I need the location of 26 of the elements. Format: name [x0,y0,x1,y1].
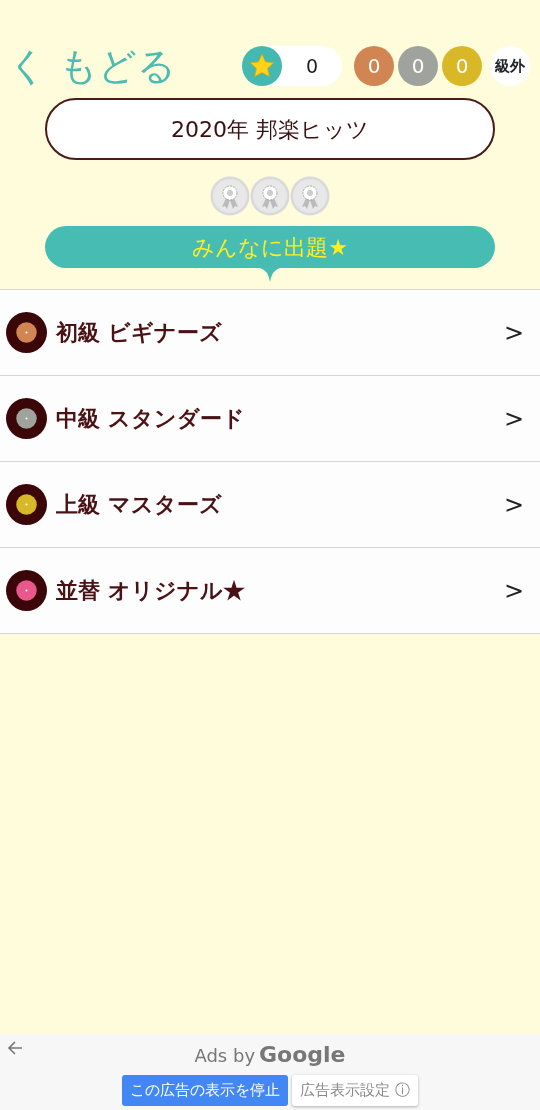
rosette-icon [210,176,250,216]
level-item[interactable]: 上級 マスターズ > [0,462,540,548]
info-icon: ⓘ [394,1081,410,1099]
level-item[interactable]: 中級 スタンダード > [0,376,540,462]
medal-count: 0 [354,46,394,86]
ads-brand: Google [259,1041,346,1069]
ad-settings-button[interactable]: 広告表示設定 ⓘ [292,1075,418,1106]
level-item[interactable]: 初級 ビギナーズ > [0,290,540,376]
chevron-text: > [503,575,524,607]
level-label: 上級 マスターズ [56,490,223,519]
rank-badge: 級外 [490,46,530,86]
level-label: 並替 オリジナル★ [56,576,246,605]
quiz-title: 2020年 邦楽ヒッツ [45,98,495,160]
level-label: 中級 スタンダード [56,404,246,433]
ads-label: Ads by [194,1044,256,1068]
star-count: 0 [304,53,320,79]
chevron-text: > [503,403,524,435]
chevron-text: > [503,489,524,521]
medal-count: 0 [442,46,482,86]
medal-count: 0 [398,46,438,86]
level-item[interactable]: 並替 オリジナル★ > [0,548,540,634]
level-label: 初級 ビギナーズ [56,318,223,347]
back-arrow-icon[interactable] [7,1040,23,1056]
chevron-text: > [503,317,524,349]
rosette-icon [290,176,330,216]
rosette-icon [250,176,290,216]
